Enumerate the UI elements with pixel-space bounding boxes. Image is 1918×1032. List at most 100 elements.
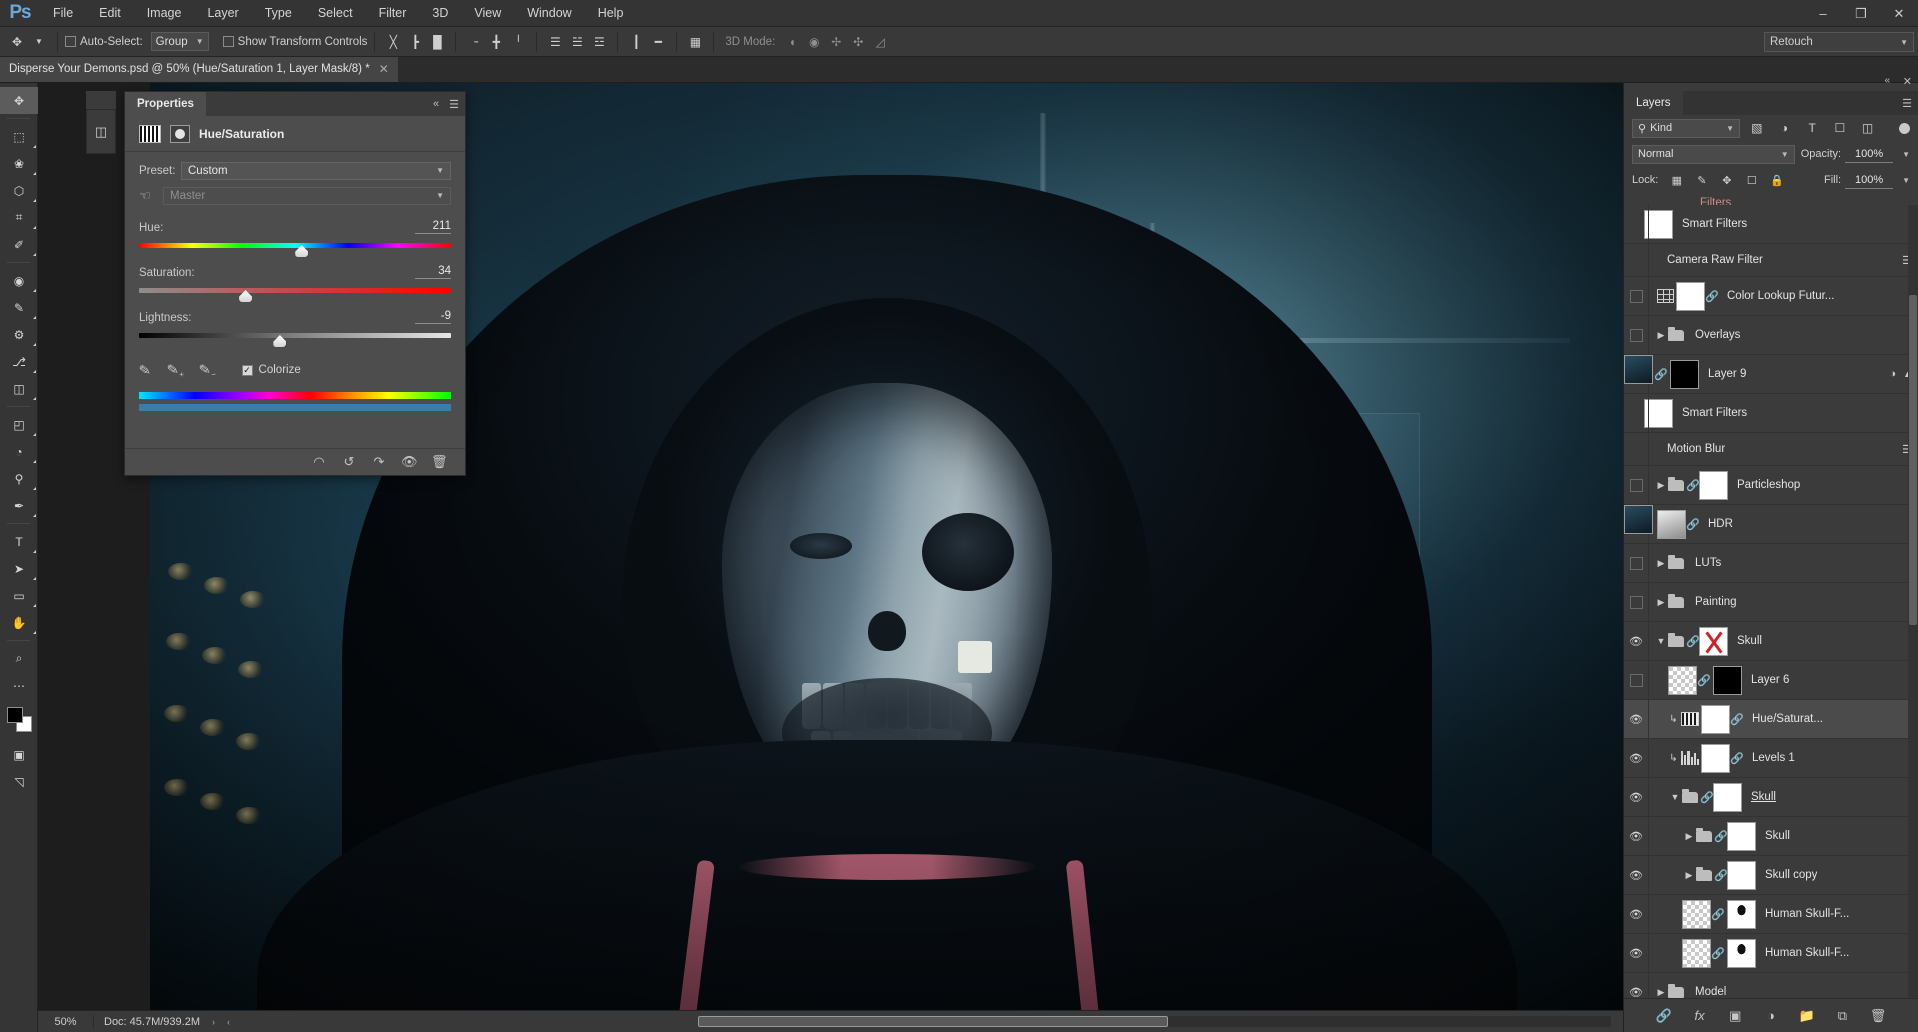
layer-mask-thumbnail[interactable] (1727, 900, 1756, 929)
layers-scrollbar[interactable] (1908, 205, 1918, 998)
lasso-tool-icon[interactable]: ❀ (0, 150, 38, 177)
opacity-value[interactable]: 100% (1845, 146, 1893, 163)
eyedropper-tool-icon[interactable]: ✐ (0, 231, 38, 258)
colorize-control[interactable]: ✓ Colorize (242, 364, 301, 376)
layers-close-icon[interactable]: ✕ (1903, 75, 1912, 88)
layer-name[interactable]: Human Skull-F... (1756, 947, 1849, 959)
distribute-right-icon[interactable]: ━ (647, 31, 669, 53)
align-top-edges-icon[interactable]: ╳ (382, 31, 404, 53)
layer-row[interactable]: 👁▼🔗Skull (1624, 778, 1918, 817)
menu-item-3d[interactable]: 3D (419, 0, 461, 27)
link-mask-icon[interactable]: 🔗 (1714, 830, 1727, 843)
path-selection-tool-icon[interactable]: ➤ (0, 555, 38, 582)
link-mask-icon[interactable]: 🔗 (1686, 479, 1699, 492)
menu-item-file[interactable]: File (40, 0, 86, 27)
blur-tool-icon[interactable]: ◔ (0, 438, 38, 465)
layer-list[interactable]: Smart FiltersCamera Raw Filter☰🔗Color Lo… (1624, 205, 1918, 998)
workspace-switcher[interactable]: Retouch ▼ (1764, 32, 1914, 52)
opacity-control[interactable]: Opacity: 100% ▼ (1801, 146, 1910, 163)
layer-mask-thumbnail[interactable] (1670, 360, 1699, 389)
lock-artboard-icon[interactable]: ☐ (1742, 171, 1761, 189)
link-mask-icon[interactable]: 🔗 (1697, 674, 1710, 687)
layer-name[interactable]: Skull (1728, 635, 1762, 647)
panel-menu-icon[interactable]: ☰ (1902, 97, 1912, 110)
layer-row[interactable]: 👁↳🔗Hue/Saturat... (1624, 700, 1918, 739)
link-mask-icon[interactable]: 🔗 (1705, 290, 1718, 303)
link-mask-icon[interactable]: 🔗 (1686, 518, 1699, 531)
layer-row[interactable]: 👁🔗Human Skull-F... (1624, 895, 1918, 934)
clip-to-layer-icon[interactable]: ◠ (311, 454, 327, 470)
chevron-down-icon[interactable]: ▼ (1897, 176, 1910, 185)
align-left-edges-icon[interactable]: ╶ (463, 31, 485, 53)
eyedropper-subtract-icon[interactable]: ✎− (198, 360, 217, 381)
layer-row[interactable]: 👁▶Model (1624, 973, 1918, 998)
slider-value[interactable]: -9 (415, 310, 451, 324)
layer-visibility-eye-icon[interactable]: 👁 (1624, 908, 1648, 921)
layer-name[interactable]: LUTs (1686, 557, 1721, 569)
chevron-right-icon[interactable]: ▶ (1654, 597, 1668, 608)
tab-properties[interactable]: Properties (125, 92, 206, 116)
lock-position-icon[interactable]: ✥ (1717, 171, 1736, 189)
slider-track[interactable] (139, 288, 451, 293)
menu-item-view[interactable]: View (461, 0, 514, 27)
smart-object-filter-icon[interactable]: ◫ (1857, 118, 1879, 138)
adjustment-colorlookup-icon[interactable] (1654, 289, 1676, 303)
maximize-button[interactable]: ❐ (1842, 0, 1880, 27)
3d-roll-icon[interactable]: ◉ (803, 31, 825, 53)
layer-visibility-toggle[interactable] (1624, 596, 1648, 609)
3d-pan-icon[interactable]: ✢ (825, 31, 847, 53)
eraser-tool-icon[interactable]: ◫ (0, 375, 38, 402)
preset-dropdown[interactable]: Custom ▼ (181, 162, 451, 180)
layer-thumbnail[interactable] (1676, 282, 1705, 311)
layer-row[interactable]: Smart Filters (1624, 205, 1918, 244)
layer-thumbnail[interactable] (1624, 355, 1653, 384)
layer-visibility-checkbox[interactable] (1630, 557, 1643, 570)
scroll-left-icon[interactable]: ‹ (227, 1017, 230, 1027)
scrollbar-thumb[interactable] (698, 1016, 1168, 1027)
lock-image-pixels-icon[interactable]: ✎ (1692, 171, 1711, 189)
blend-mode-dropdown[interactable]: Normal ▼ (1632, 145, 1795, 164)
layer-name[interactable]: Skull copy (1756, 869, 1817, 881)
layer-row[interactable]: ▶Overlays (1624, 316, 1918, 355)
link-mask-icon[interactable]: 🔗 (1700, 791, 1713, 804)
menu-item-layer[interactable]: Layer (194, 0, 251, 27)
layer-visibility-toggle[interactable] (1624, 674, 1648, 687)
align-right-edges-icon[interactable]: ╵ (507, 31, 529, 53)
layer-name[interactable]: Camera Raw Filter (1658, 254, 1763, 266)
layer-name[interactable]: Hue/Saturat... (1743, 713, 1823, 725)
delete-icon[interactable]: 🗑 (431, 454, 447, 470)
slider-value[interactable]: 211 (415, 220, 451, 234)
layer-thumbnail[interactable] (1701, 705, 1730, 734)
fill-control[interactable]: Fill: 100% ▼ (1824, 172, 1910, 189)
layer-name[interactable]: Smart Filters (1673, 407, 1747, 419)
color-swatches[interactable] (7, 707, 33, 733)
layer-name[interactable]: Layer 9 (1699, 368, 1746, 380)
eyedropper-icon[interactable]: ✎ (138, 361, 152, 379)
dodge-tool-icon[interactable]: ⚲ (0, 465, 38, 492)
more-tools-icon[interactable]: ⋯ (0, 672, 38, 699)
eyedropper-add-icon[interactable]: ✎+ (166, 360, 185, 381)
collapse-icon[interactable]: « (433, 98, 439, 110)
menu-item-filter[interactable]: Filter (366, 0, 420, 27)
lock-transparent-pixels-icon[interactable]: ▦ (1667, 171, 1686, 189)
layer-thumbnail[interactable] (1682, 900, 1711, 929)
new-layer-icon[interactable]: ⧉ (1833, 1008, 1851, 1024)
layer-name[interactable]: Skull (1756, 830, 1790, 842)
distribute-vertical-center-icon[interactable]: ☱ (566, 31, 588, 53)
quick-selection-tool-icon[interactable]: ⬡ (0, 177, 38, 204)
clone-stamp-tool-icon[interactable]: ⚙ (0, 321, 38, 348)
adjustment-filter-icon[interactable]: ◑ (1774, 118, 1796, 138)
layer-row[interactable]: 🔗Color Lookup Futur... (1624, 277, 1918, 316)
pixel-filter-icon[interactable]: ▧ (1746, 118, 1768, 138)
layer-row[interactable]: ▶🔗Particleshop (1624, 466, 1918, 505)
add-layer-style-icon[interactable]: fx (1691, 1008, 1709, 1023)
hand-tool-icon[interactable]: ✋ (0, 609, 38, 636)
targeted-adjustment-tool-icon[interactable]: ☜ (139, 188, 163, 204)
group-thumbnail[interactable] (1699, 471, 1728, 500)
layer-thumbnail[interactable] (1668, 666, 1697, 695)
layer-thumbnail-secondary[interactable] (1657, 510, 1686, 539)
foreground-color-swatch[interactable] (7, 707, 23, 723)
layer-visibility-eye-icon[interactable]: 👁 (1624, 713, 1648, 726)
scrollbar-thumb[interactable] (1909, 295, 1917, 625)
screen-mode-button[interactable]: ◹ (0, 768, 38, 795)
